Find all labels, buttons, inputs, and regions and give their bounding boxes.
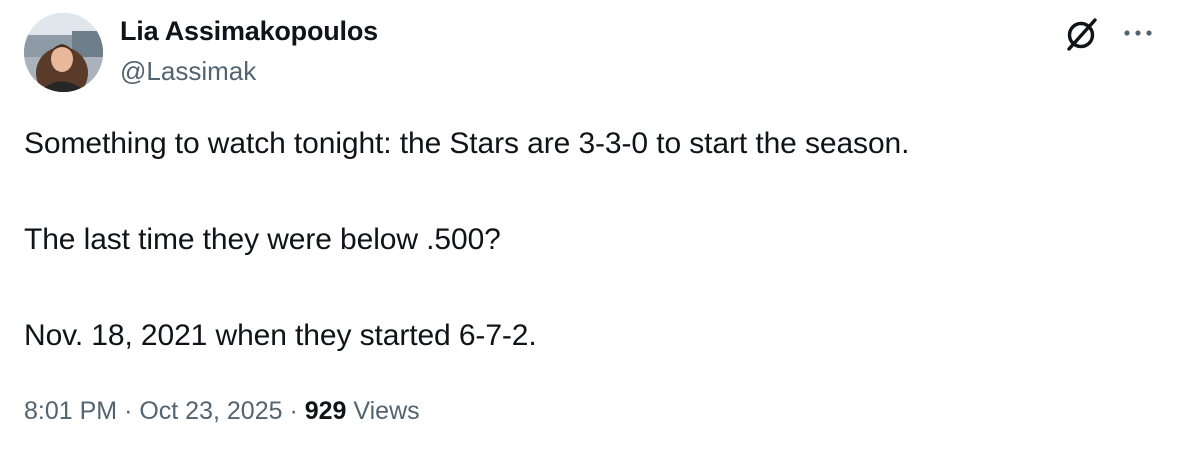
more-options-icon[interactable] <box>1118 18 1158 48</box>
tweet-card: Lia Assimakopoulos @Lassimak Something t… <box>0 0 1188 458</box>
author-handle[interactable]: @Lassimak <box>120 56 256 87</box>
avatar-photo-icon <box>24 13 103 92</box>
tweet-text-line: Something to watch tonight: the Stars ar… <box>24 127 910 160</box>
grok-icon[interactable] <box>1064 16 1100 52</box>
views-count: 929 <box>304 397 347 425</box>
author-name[interactable]: Lia Assimakopoulos <box>120 16 378 47</box>
meta-separator: · <box>124 397 133 425</box>
meta-separator: · <box>289 397 298 425</box>
views-label: Views <box>353 397 420 425</box>
tweet-date[interactable]: Oct 23, 2025 <box>139 397 282 425</box>
tweet-text-line: Nov. 18, 2021 when they started 6-7-2. <box>24 319 537 352</box>
tweet-text-line: The last time they were below .500? <box>24 223 501 256</box>
author-avatar[interactable] <box>24 13 103 92</box>
tweet-time[interactable]: 8:01 PM <box>24 397 117 425</box>
tweet-metadata: 8:01 PM · Oct 23, 2025 · 929 Views <box>24 397 420 426</box>
